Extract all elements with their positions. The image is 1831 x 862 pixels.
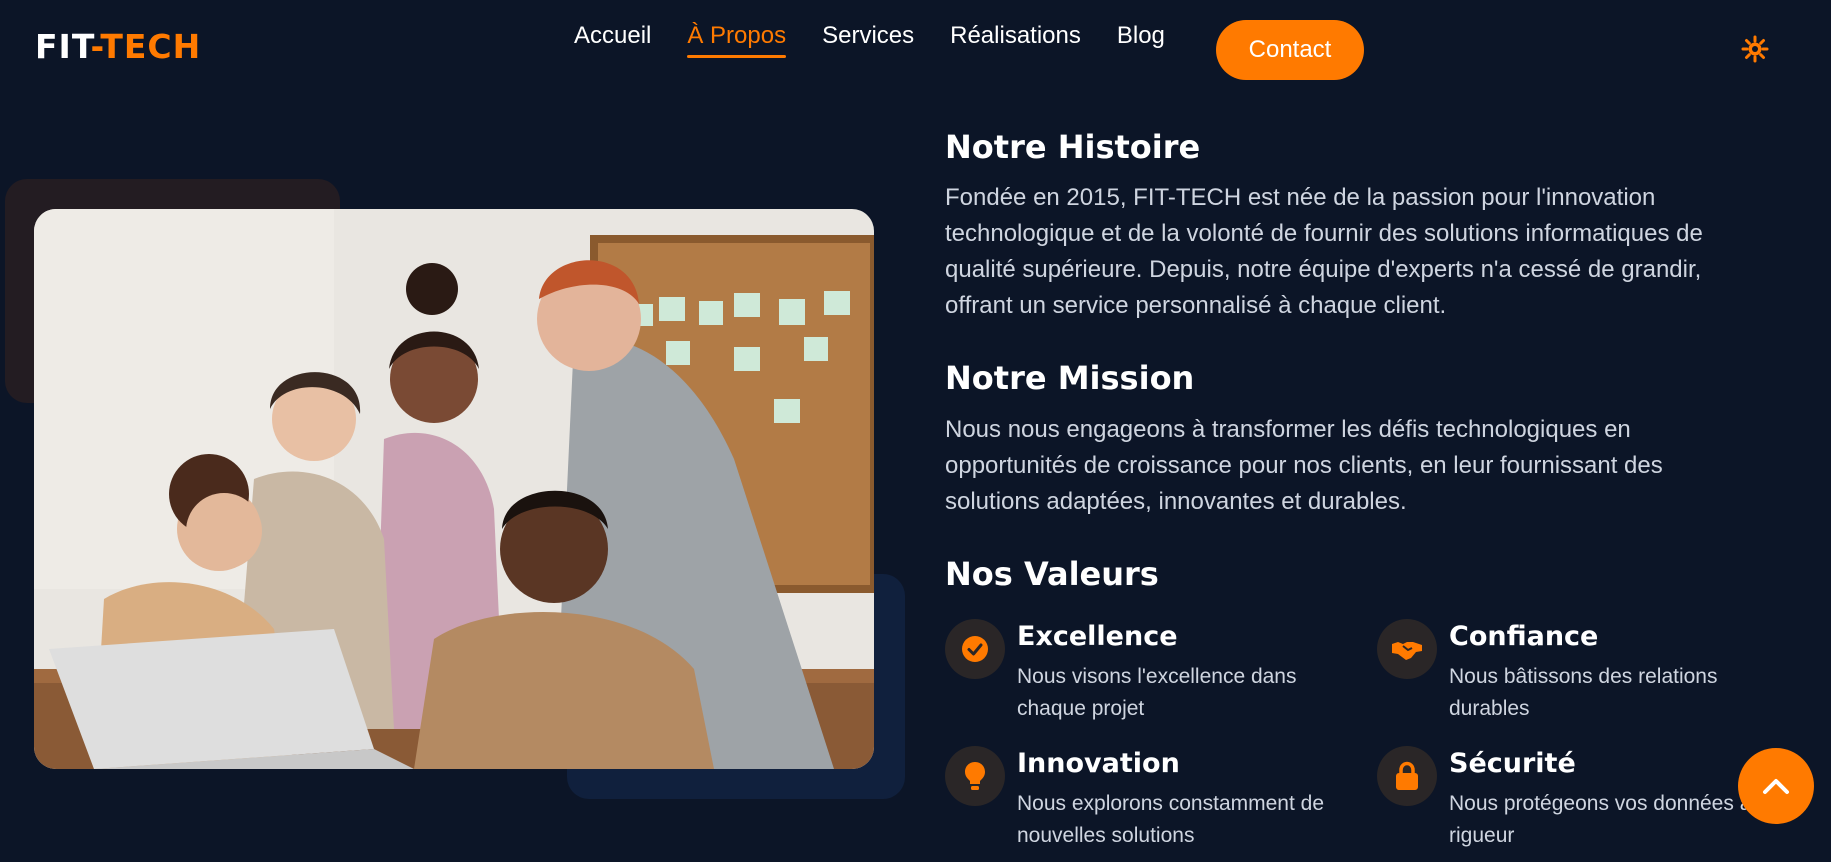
team-photo	[34, 209, 874, 769]
theme-toggle-button[interactable]	[1740, 34, 1770, 64]
lock-icon	[1377, 746, 1437, 806]
value-title: Excellence	[1017, 621, 1178, 652]
nav-item-accueil[interactable]: Accueil	[574, 22, 651, 58]
contact-button[interactable]: Contact	[1216, 20, 1364, 80]
logo-part-tech: TECH	[100, 27, 202, 66]
scroll-to-top-button[interactable]	[1738, 748, 1814, 824]
sun-icon	[1741, 35, 1769, 63]
value-text: Nous visons l'excellence dans chaque pro…	[1017, 665, 1297, 720]
valeurs-title: Nos Valeurs	[945, 555, 1159, 593]
mission-title: Notre Mission	[945, 359, 1195, 397]
nav-item-services[interactable]: Services	[822, 22, 914, 58]
histoire-title: Notre Histoire	[945, 128, 1201, 166]
main-nav: Accueil À Propos Services Réalisations B…	[574, 22, 1201, 58]
value-title: Confiance	[1449, 621, 1599, 652]
value-text: Nous bâtissons des relations durables	[1449, 665, 1718, 720]
value-text: Nous protégeons vos données avec rigueur	[1449, 792, 1785, 847]
nav-item-realisations[interactable]: Réalisations	[950, 22, 1081, 58]
check-circle-icon	[945, 619, 1005, 679]
handshake-icon	[1377, 619, 1437, 679]
value-title: Innovation	[1017, 748, 1180, 779]
value-text: Nous explorons constamment de nouvelles …	[1017, 792, 1324, 847]
lightbulb-icon	[945, 746, 1005, 806]
logo-dash: -	[90, 27, 101, 66]
logo[interactable]: FIT-TECH	[35, 30, 201, 63]
value-title: Sécurité	[1449, 748, 1576, 779]
team-photo-illustration	[34, 209, 874, 769]
nav-item-blog[interactable]: Blog	[1117, 22, 1165, 58]
chevron-up-icon	[1763, 779, 1789, 794]
mission-text: Nous nous engageons à transformer les dé…	[945, 416, 1663, 515]
histoire-text: Fondée en 2015, FIT-TECH est née de la p…	[945, 184, 1703, 319]
about-page: FIT-TECH Accueil À Propos Services Réali…	[0, 0, 1831, 862]
logo-part-fit: FIT	[35, 27, 91, 66]
nav-item-a-propos[interactable]: À Propos	[687, 22, 786, 58]
